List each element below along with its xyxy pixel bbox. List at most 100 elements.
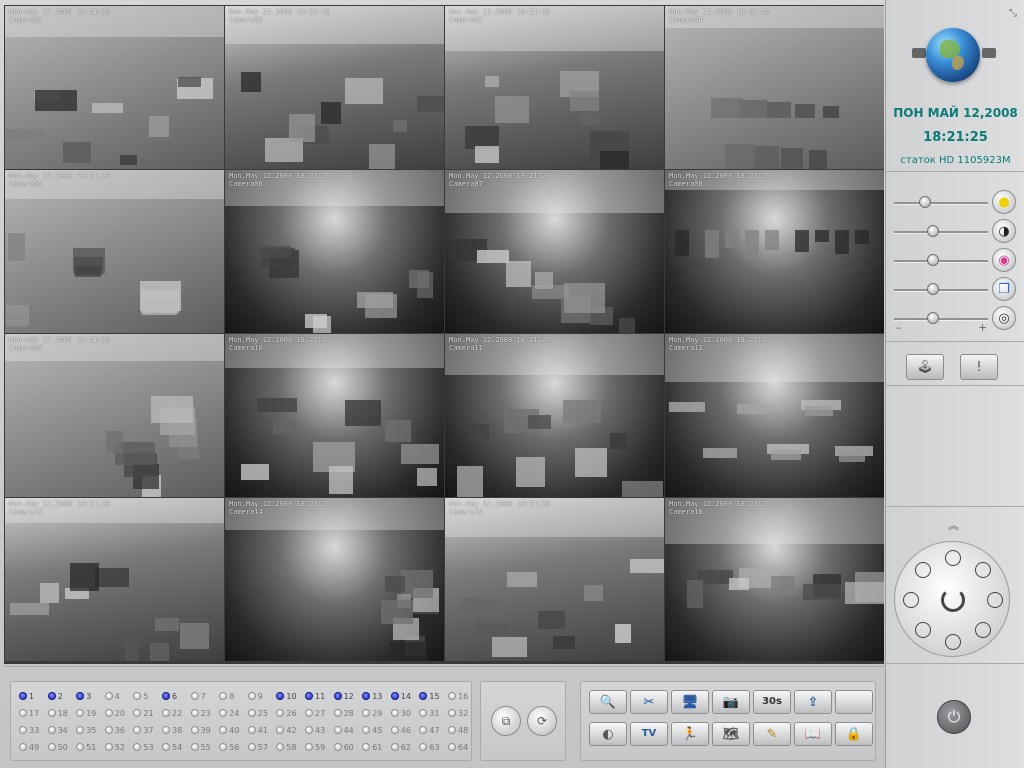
channel-61-toggle[interactable]: 61 bbox=[362, 741, 390, 753]
ptz-right-button[interactable] bbox=[987, 592, 1003, 608]
channel-12-toggle[interactable]: 12 bbox=[333, 690, 362, 702]
channel-9-toggle[interactable]: 9 bbox=[247, 690, 276, 702]
ptz-down-left-button[interactable] bbox=[915, 621, 932, 638]
channel-22-toggle[interactable]: 22 bbox=[162, 707, 190, 719]
camera-tile-15[interactable]: Mon.May 12.2008 18:21:26 Camera15 bbox=[445, 498, 664, 661]
camera-tile-4[interactable]: Mon.May 12.2008 18:21:26 Camera04 bbox=[665, 6, 884, 169]
channel-13-toggle[interactable]: 13 bbox=[362, 690, 390, 702]
channel-18-toggle[interactable]: 18 bbox=[47, 707, 76, 719]
channel-50-toggle[interactable]: 50 bbox=[47, 741, 76, 753]
camera-tile-13[interactable]: Mon.May 12.2008 18:21:26 Camera13 bbox=[5, 498, 224, 661]
channel-29-toggle[interactable]: 29 bbox=[362, 707, 390, 719]
slider-knob[interactable] bbox=[927, 283, 940, 295]
channel-30-toggle[interactable]: 30 bbox=[390, 707, 419, 719]
slider-track[interactable] bbox=[894, 260, 988, 262]
resize-icon[interactable]: ⤡ bbox=[1009, 8, 1017, 19]
channel-37-toggle[interactable]: 37 bbox=[133, 724, 161, 736]
channel-43-toggle[interactable]: 43 bbox=[305, 724, 333, 736]
saturation-icon[interactable]: ❐ bbox=[992, 277, 1016, 301]
channel-11-toggle[interactable]: 11 bbox=[305, 690, 333, 702]
channel-47-toggle[interactable]: 47 bbox=[419, 724, 447, 736]
power-button[interactable]: ⏻ bbox=[937, 700, 971, 734]
ptz-up-button[interactable] bbox=[945, 550, 961, 566]
cycle-view-button[interactable]: ⟳ bbox=[527, 706, 557, 736]
camera-tile-10[interactable]: Mon.May 12.2008 18:21:26 Camera10 bbox=[225, 334, 444, 497]
camera-tile-9[interactable]: Mon.May 12.2008 18:21:26 Camera09 bbox=[5, 334, 224, 497]
channel-57-toggle[interactable]: 57 bbox=[247, 741, 276, 753]
channel-59-toggle[interactable]: 59 bbox=[305, 741, 333, 753]
ptz-up-left-button[interactable] bbox=[915, 562, 932, 579]
slider-knob[interactable] bbox=[927, 312, 940, 324]
channel-54-toggle[interactable]: 54 bbox=[162, 741, 190, 753]
channel-39-toggle[interactable]: 39 bbox=[190, 724, 219, 736]
slider-knob[interactable] bbox=[927, 225, 940, 237]
camera-tile-11[interactable]: Mon.May 12.2008 18:21:26 Camera11 bbox=[445, 334, 664, 497]
network-map-button[interactable]: 🗺 bbox=[712, 722, 750, 746]
ptz-up-right-button[interactable] bbox=[974, 562, 991, 579]
channel-36-toggle[interactable]: 36 bbox=[104, 724, 133, 736]
channel-21-toggle[interactable]: 21 bbox=[133, 707, 161, 719]
channel-5-toggle[interactable]: 5 bbox=[133, 690, 161, 702]
lock-button[interactable]: 🔒 bbox=[835, 722, 873, 746]
channel-53-toggle[interactable]: 53 bbox=[133, 741, 161, 753]
camera-tile-6[interactable]: Mon.May 12.2008 18:21:26 Camera06 bbox=[225, 170, 444, 333]
channel-27-toggle[interactable]: 27 bbox=[305, 707, 333, 719]
channel-45-toggle[interactable]: 45 bbox=[362, 724, 390, 736]
channel-8-toggle[interactable]: 8 bbox=[219, 690, 247, 702]
camera-tile-7[interactable]: Mon.May 12.2008 18:21:26 Camera07 bbox=[445, 170, 664, 333]
channel-31-toggle[interactable]: 31 bbox=[419, 707, 447, 719]
channel-40-toggle[interactable]: 40 bbox=[219, 724, 247, 736]
channel-20-toggle[interactable]: 20 bbox=[104, 707, 133, 719]
channel-6-toggle[interactable]: 6 bbox=[162, 690, 190, 702]
snapshot-button[interactable]: 📷 bbox=[712, 690, 750, 714]
record-30s-button[interactable]: 30s bbox=[753, 690, 791, 714]
camera-tile-8[interactable]: Mon.May 12.2008 18:21:26 Camera08 bbox=[665, 170, 884, 333]
channel-55-toggle[interactable]: 55 bbox=[190, 741, 219, 753]
camera-tile-5[interactable]: Mon.May 12.2008 18:21:26 Camera05 bbox=[5, 170, 224, 333]
channel-25-toggle[interactable]: 25 bbox=[247, 707, 276, 719]
channel-60-toggle[interactable]: 60 bbox=[333, 741, 362, 753]
slider-track[interactable] bbox=[894, 318, 988, 320]
disk-button[interactable]: ◐ bbox=[589, 722, 627, 746]
camera-tile-12[interactable]: Mon.May 12.2008 18:21:26 Camera12 bbox=[665, 334, 884, 497]
ptz-left-button[interactable] bbox=[903, 592, 919, 608]
camera-tile-14[interactable]: Mon.May 12.2008 18:21:26 Camera14 bbox=[225, 498, 444, 661]
camera-tile-3[interactable]: Mon.May 12.2008 18:21:26 Camera03 bbox=[445, 6, 664, 169]
channel-52-toggle[interactable]: 52 bbox=[104, 741, 133, 753]
slider-track[interactable] bbox=[894, 231, 988, 233]
log-book-button[interactable]: 📖 bbox=[794, 722, 832, 746]
slider-track[interactable] bbox=[894, 202, 988, 204]
channel-17-toggle[interactable]: 17 bbox=[19, 707, 47, 719]
channel-34-toggle[interactable]: 34 bbox=[47, 724, 76, 736]
channel-51-toggle[interactable]: 51 bbox=[76, 741, 104, 753]
channel-63-toggle[interactable]: 63 bbox=[419, 741, 447, 753]
motion-button[interactable]: 🏃 bbox=[671, 722, 709, 746]
channel-26-toggle[interactable]: 26 bbox=[276, 707, 304, 719]
ptz-down-button[interactable] bbox=[945, 634, 961, 650]
brightness-icon[interactable]: ● bbox=[992, 190, 1016, 214]
channel-56-toggle[interactable]: 56 bbox=[219, 741, 247, 753]
settings-button[interactable]: ✂ bbox=[630, 690, 668, 714]
split-view-button[interactable]: ⧉ bbox=[491, 706, 521, 736]
channel-38-toggle[interactable]: 38 bbox=[162, 724, 190, 736]
ptz-control-wheel[interactable] bbox=[894, 541, 1010, 657]
zoom-focus-icon[interactable]: ◎ bbox=[992, 306, 1016, 330]
channel-42-toggle[interactable]: 42 bbox=[276, 724, 304, 736]
channel-24-toggle[interactable]: 24 bbox=[219, 707, 247, 719]
channel-1-toggle[interactable]: 1 bbox=[19, 690, 47, 702]
camera-tile-16[interactable]: Mon.May 12.2008 18:21:26 Camera16 bbox=[665, 498, 884, 661]
alarm-button[interactable]: ! bbox=[960, 354, 998, 380]
channel-14-toggle[interactable]: 14 bbox=[390, 690, 419, 702]
channel-41-toggle[interactable]: 41 bbox=[247, 724, 276, 736]
slider-knob[interactable] bbox=[927, 254, 940, 266]
channel-44-toggle[interactable]: 44 bbox=[333, 724, 362, 736]
tv-button[interactable]: TV bbox=[630, 722, 668, 746]
channel-32-toggle[interactable]: 32 bbox=[448, 707, 476, 719]
channel-15-toggle[interactable]: 15 bbox=[419, 690, 447, 702]
camera-tile-2[interactable]: Mon.May 12.2008 18:21:26 Camera02 bbox=[225, 6, 444, 169]
color-wheel-icon[interactable]: ◉ bbox=[992, 248, 1016, 272]
channel-10-toggle[interactable]: 10 bbox=[276, 690, 304, 702]
ptz-center-button[interactable] bbox=[941, 588, 965, 612]
joystick-button[interactable]: 🕹 bbox=[906, 354, 944, 380]
channel-64-toggle[interactable]: 64 bbox=[448, 741, 476, 753]
